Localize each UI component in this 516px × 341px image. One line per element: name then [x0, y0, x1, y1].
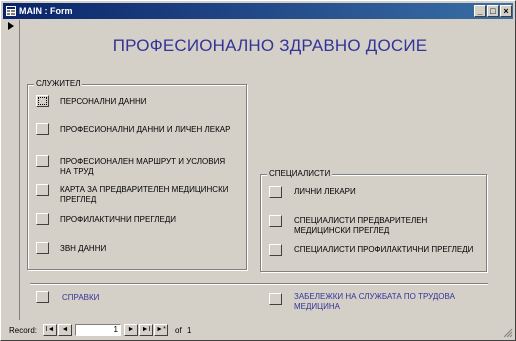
personal-doctors-label: ЛИЧНИ ЛЕКАРИ [294, 187, 356, 196]
current-record-icon [8, 22, 14, 30]
professional-data-button[interactable] [36, 123, 49, 135]
preliminary-exam-card-button[interactable] [36, 184, 49, 196]
record-label: Record: [9, 326, 38, 335]
preventive-exams-label: ПРОФИЛАКТИЧНИ ПРЕГЛЕДИ [60, 215, 176, 224]
next-record-button[interactable]: ► [124, 324, 138, 336]
professional-data-label: ПРОФЕСИОНАЛНИ ДАННИ И ЛИЧЕН ЛЕКАР [60, 125, 231, 134]
page-title: ПРОФЕСИОНАЛНО ЗДРАВНО ДОСИЕ [112, 36, 428, 55]
new-record-button[interactable]: ►* [154, 324, 168, 336]
form-window: MAIN : Form _ □ × ПРОФЕСИОНАЛНО ЗДРАВНО … [0, 0, 516, 341]
record-navigation-bar: Record: I◄ ◄ 1 ► ►I ►* of 1 [3, 323, 513, 338]
preventive-specialists-label: СПЕЦИАЛИСТИ ПРОФИЛАКТИЧНИ ПРЕГЛЕДИ [294, 245, 474, 254]
of-label: of [175, 326, 182, 335]
preventive-specialists-button[interactable] [269, 244, 282, 256]
zvn-data-label: ЗВН ДАННИ [60, 244, 107, 253]
separator-line [30, 283, 488, 285]
occupational-notes-button[interactable] [269, 293, 282, 305]
employee-group: СЛУЖИТЕЛ [27, 79, 247, 270]
reports-label: СПРАВКИ [62, 293, 100, 302]
first-record-button[interactable]: I◄ [43, 324, 57, 336]
preliminary-specialists-label: СПЕЦИАЛИСТИ ПРЕДВАРИТЕЛЕН МЕДИЦИНСКИ ПРЕ… [294, 216, 428, 235]
minimize-button[interactable]: _ [474, 5, 486, 17]
resize-grip-icon[interactable] [501, 326, 513, 338]
previous-record-button[interactable]: ◄ [58, 324, 72, 336]
occupational-notes-label: ЗАБЕЛЕЖКИ НА СЛУЖБАТА ПО ТРУДОВА МЕДИЦИН… [294, 292, 455, 311]
personal-data-button[interactable] [36, 95, 49, 107]
personal-data-label: ПЕРСОНАЛНИ ДАННИ [60, 97, 147, 106]
career-route-label: ПРОФЕСИОНАЛЕН МАРШРУТ И УСЛОВИЯ НА ТРУД [60, 157, 226, 176]
preliminary-specialists-button[interactable] [269, 215, 282, 227]
employee-group-label: СЛУЖИТЕЛ [34, 79, 83, 88]
reports-button[interactable] [36, 291, 49, 303]
specialists-group-label: СПЕЦИАЛИСТИ [267, 169, 333, 178]
personal-doctors-button[interactable] [269, 186, 282, 198]
total-records: 1 [187, 326, 192, 335]
record-selector[interactable] [3, 20, 20, 320]
window-title: MAIN : Form [19, 6, 73, 16]
title-bar[interactable]: MAIN : Form _ □ × [3, 3, 513, 19]
preventive-exams-button[interactable] [36, 213, 49, 225]
preliminary-exam-card-label: КАРТА ЗА ПРЕДВАРИТЕЛЕН МЕДИЦИНСКИ ПРЕГЛЕ… [60, 185, 229, 204]
current-record-input[interactable]: 1 [75, 324, 121, 336]
form-body: ПРОФЕСИОНАЛНО ЗДРАВНО ДОСИЕ СЛУЖИТЕЛ ПЕР… [20, 20, 513, 320]
form-icon [6, 6, 16, 16]
career-route-button[interactable] [36, 155, 49, 167]
close-button[interactable]: × [500, 5, 512, 17]
zvn-data-button[interactable] [36, 242, 49, 254]
maximize-button[interactable]: □ [487, 5, 499, 17]
last-record-button[interactable]: ►I [139, 324, 153, 336]
